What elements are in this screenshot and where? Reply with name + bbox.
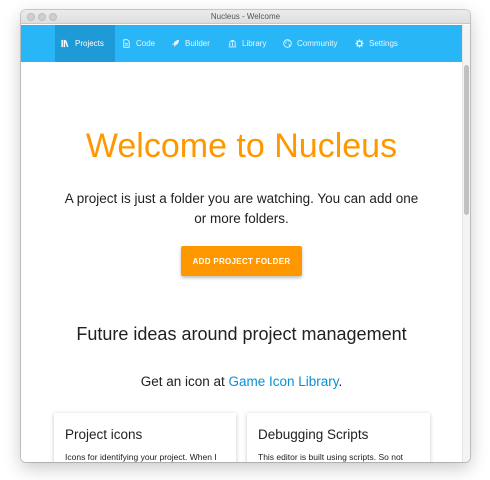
gear-icon [355, 39, 364, 48]
document-icon [122, 39, 131, 48]
icon-line-prefix: Get an icon at [140, 374, 229, 389]
card-title: Debugging Scripts [258, 427, 369, 442]
main-content: Welcome to Nucleus A project is just a f… [21, 62, 462, 462]
library-icon [61, 39, 70, 48]
vertical-scrollbar[interactable] [462, 25, 470, 462]
top-navbar: Projects Code Builder Library Community [21, 25, 462, 62]
card-text: Icons for identifying your project. When… [65, 452, 217, 462]
nav-label-projects: Projects [75, 39, 104, 48]
section-title: Future ideas around project management [76, 324, 407, 344]
title-bar: Nucleus - Welcome [21, 10, 470, 24]
nav-item-settings[interactable]: Settings [355, 25, 398, 62]
nav-label-settings: Settings [369, 39, 398, 48]
nav-item-builder[interactable]: Builder [171, 25, 210, 62]
nav-item-code[interactable]: Code [122, 25, 155, 62]
card-title: Project icons [65, 427, 143, 442]
game-icon-library-link[interactable]: Game Icon Library [229, 374, 339, 389]
nav-item-library[interactable]: Library [228, 25, 266, 62]
nav-item-projects[interactable]: Projects [55, 25, 115, 62]
add-project-folder-button[interactable]: ADD PROJECT FOLDER [181, 246, 302, 276]
app-window: Nucleus - Welcome Projects Code Builder … [21, 10, 470, 462]
icon-line-suffix: . [338, 374, 343, 389]
nav-label-builder: Builder [185, 39, 210, 48]
debugging-scripts-card: Debugging Scripts This editor is built u… [247, 413, 430, 462]
project-icons-card: Project icons Icons for identifying your… [54, 413, 236, 462]
scrollbar-thumb[interactable] [464, 65, 469, 215]
card-text: This editor is built using scripts. So n… [258, 452, 404, 462]
bank-icon [228, 39, 237, 48]
nav-label-library: Library [242, 39, 267, 48]
nav-label-community: Community [297, 39, 338, 48]
welcome-title: Welcome to Nucleus [85, 127, 398, 165]
rocket-icon [171, 39, 180, 48]
window-title: Nucleus - Welcome [210, 12, 281, 21]
globe-icon [283, 39, 292, 48]
welcome-subtitle: A project is just a folder you are watch… [64, 191, 419, 226]
nav-label-code: Code [136, 39, 156, 48]
icon-library-line: Get an icon at Game Icon Library. [21, 372, 462, 392]
nav-item-community[interactable]: Community [283, 25, 337, 62]
